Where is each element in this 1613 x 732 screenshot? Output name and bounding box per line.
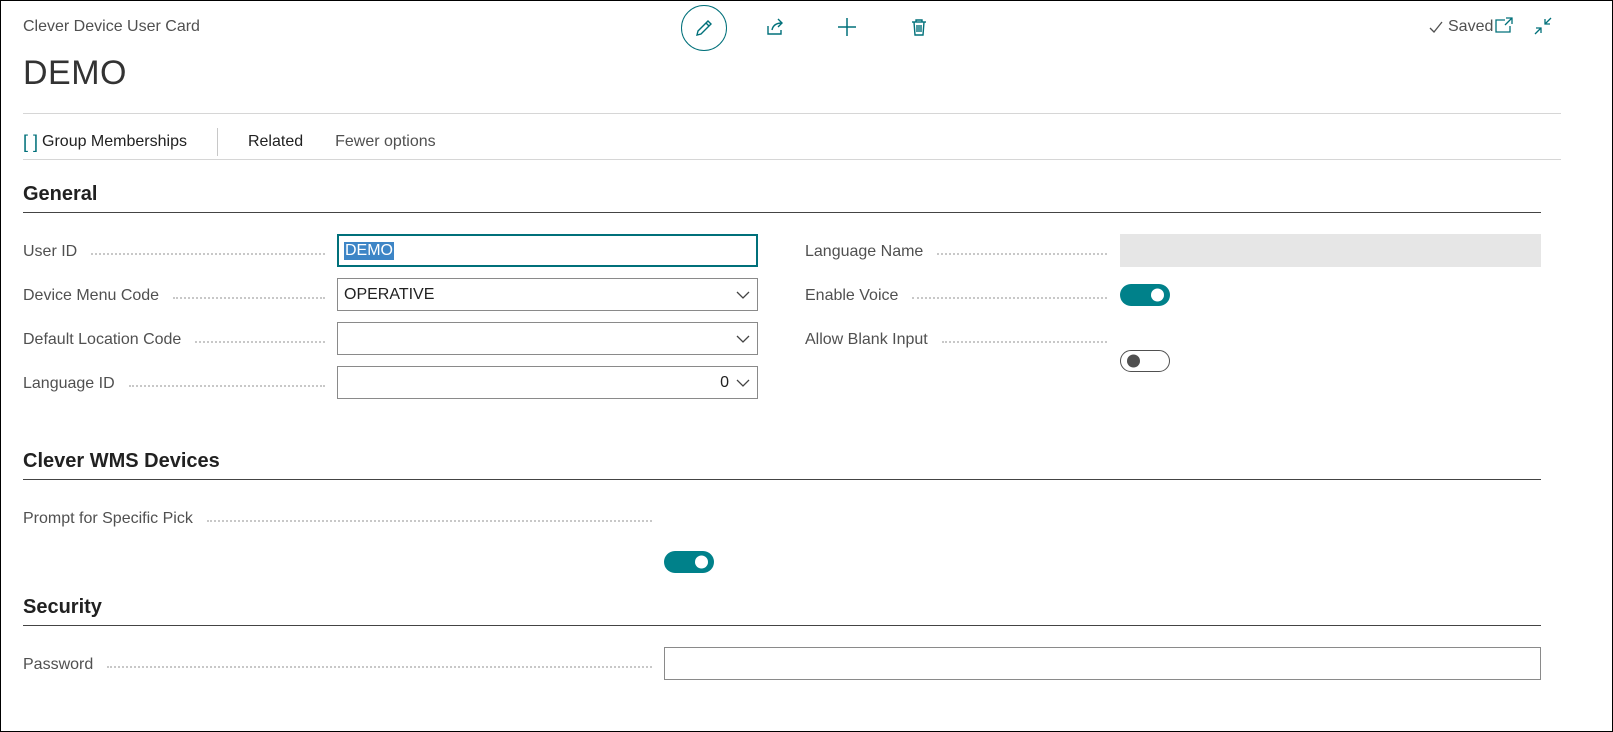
new-button[interactable] <box>825 5 869 49</box>
password-label: Password <box>23 654 660 676</box>
prompt-specific-pick-label: Prompt for Specific Pick <box>23 508 660 530</box>
section-divider-security <box>23 625 1541 626</box>
user-id-input[interactable]: DEMO <box>337 234 758 267</box>
leader-dots <box>195 341 325 343</box>
edit-icon <box>696 20 712 36</box>
section-title-general[interactable]: General <box>23 183 97 206</box>
group-memberships-label: Group Memberships <box>42 133 187 150</box>
saved-status: Saved <box>1428 18 1493 36</box>
leader-dots <box>912 297 1107 299</box>
section-title-security[interactable]: Security <box>23 596 102 619</box>
user-id-value: DEMO <box>344 241 394 260</box>
password-caption: Password <box>23 656 94 673</box>
brackets-icon: [ ] <box>23 131 39 152</box>
related-menu[interactable]: Related <box>248 133 303 151</box>
page-frame <box>0 0 1613 732</box>
language-id-value: 0 <box>720 373 729 391</box>
fewer-options-button[interactable]: Fewer options <box>335 133 436 151</box>
action-bar: [ ] Group Memberships Related Fewer opti… <box>23 127 436 157</box>
share-icon <box>767 18 783 35</box>
toggle-knob <box>1127 354 1140 368</box>
language-id-caption: Language ID <box>23 375 115 392</box>
language-name-field <box>1120 234 1541 267</box>
language-id-label: Language ID <box>23 373 333 395</box>
leader-dots <box>937 253 1107 255</box>
add-icon <box>838 18 856 36</box>
enable-voice-caption: Enable Voice <box>805 287 899 304</box>
user-id-caption: User ID <box>23 243 78 260</box>
default-location-code-dropdown[interactable] <box>337 322 758 355</box>
leader-dots <box>173 297 325 299</box>
header-divider <box>23 113 1561 114</box>
section-divider-general <box>23 212 1541 213</box>
collapse-button[interactable] <box>1534 17 1552 40</box>
checkmark-icon <box>1429 21 1443 33</box>
device-menu-code-label: Device Menu Code <box>23 285 333 307</box>
section-title-wms-devices[interactable]: Clever WMS Devices <box>23 450 220 473</box>
chevron-down-icon <box>736 291 750 299</box>
default-location-code-caption: Default Location Code <box>23 331 182 348</box>
delete-button[interactable] <box>897 5 941 49</box>
open-new-window-icon <box>1495 17 1513 33</box>
delete-icon <box>912 19 926 36</box>
language-name-caption: Language Name <box>805 243 924 260</box>
user-id-label: User ID <box>23 241 333 263</box>
device-menu-code-value: OPERATIVE <box>344 285 435 303</box>
toggle-knob <box>1151 288 1164 302</box>
leader-dots <box>91 253 325 255</box>
saved-label: Saved <box>1448 18 1494 35</box>
chevron-down-icon <box>736 379 750 387</box>
default-location-code-label: Default Location Code <box>23 329 333 351</box>
leader-dots <box>206 520 652 522</box>
language-name-label: Language Name <box>805 241 1115 263</box>
share-button[interactable] <box>753 5 797 49</box>
leader-dots <box>128 385 325 387</box>
allow-blank-input-label: Allow Blank Input <box>805 329 1115 351</box>
actionbar-divider <box>23 159 1561 160</box>
leader-dots <box>941 341 1107 343</box>
leader-dots <box>107 666 652 668</box>
group-memberships-action[interactable]: [ ] Group Memberships <box>23 132 187 153</box>
edit-button[interactable] <box>681 5 727 51</box>
device-menu-code-caption: Device Menu Code <box>23 287 160 304</box>
collapse-icon <box>1534 17 1552 35</box>
toggle-knob <box>695 555 708 569</box>
record-title: DEMO <box>23 54 127 92</box>
card-title: Clever Device User Card <box>23 18 200 35</box>
chevron-down-icon <box>736 335 750 343</box>
device-menu-code-dropdown[interactable]: OPERATIVE <box>337 278 758 311</box>
enable-voice-toggle[interactable] <box>1120 284 1170 306</box>
password-input[interactable] <box>664 647 1541 680</box>
allow-blank-input-caption: Allow Blank Input <box>805 331 928 348</box>
prompt-specific-pick-toggle[interactable] <box>664 551 714 573</box>
open-new-window-button[interactable] <box>1494 17 1514 40</box>
enable-voice-label: Enable Voice <box>805 285 1115 307</box>
section-divider-wms-devices <box>23 479 1541 480</box>
language-id-dropdown[interactable]: 0 <box>337 366 758 399</box>
prompt-specific-pick-caption: Prompt for Specific Pick <box>23 510 193 527</box>
action-separator <box>216 128 218 156</box>
allow-blank-input-toggle[interactable] <box>1120 350 1170 372</box>
